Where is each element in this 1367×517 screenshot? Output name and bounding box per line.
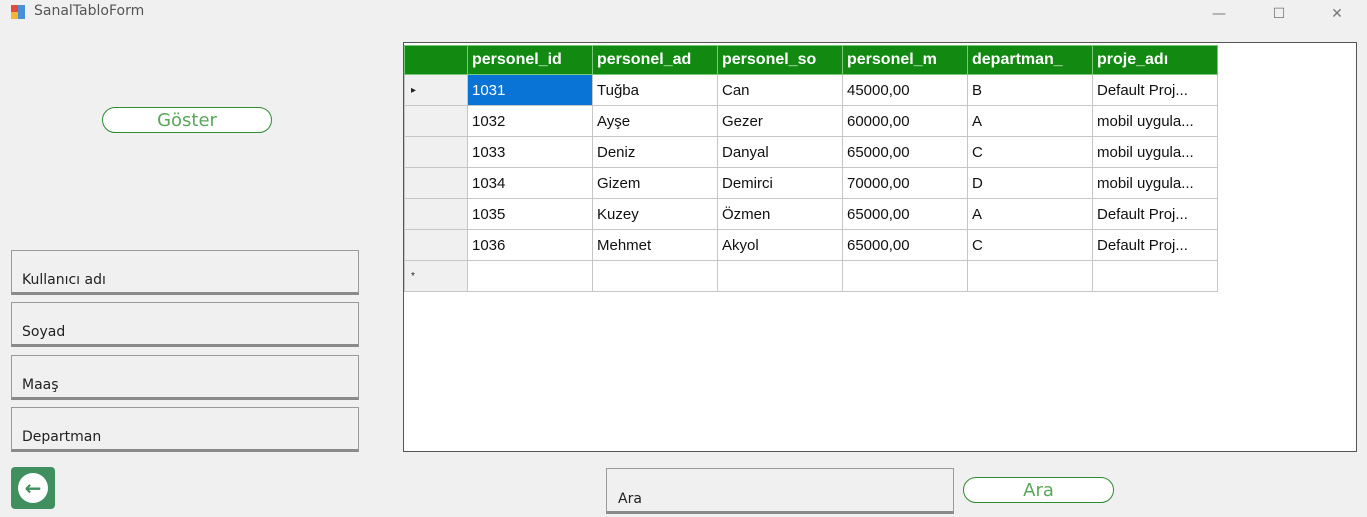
surname-field[interactable]: Soyad	[11, 302, 359, 347]
username-label: Kullanıcı adı	[22, 272, 106, 288]
grid-cell[interactable]: 65000,00	[842, 229, 968, 261]
column-header[interactable]: personel_ad	[592, 45, 718, 75]
username-field[interactable]: Kullanıcı adı	[11, 250, 359, 295]
grid-cell[interactable]: Gizem	[592, 167, 718, 199]
grid-cell[interactable]: Kuzey	[592, 198, 718, 230]
grid-cell[interactable]: Gezer	[717, 105, 843, 137]
table-row[interactable]: 1032 Ayşe Gezer 60000,00 A mobil uygula.…	[404, 105, 1218, 137]
current-row-indicator-icon[interactable]: ▸	[404, 74, 468, 106]
grid-cell[interactable]: Tuğba	[592, 74, 718, 106]
grid-cell[interactable]	[1092, 260, 1218, 292]
maximize-button[interactable]: ☐	[1256, 0, 1302, 28]
grid-cell[interactable]: 65000,00	[842, 136, 968, 168]
goster-button[interactable]: Göster	[102, 107, 272, 133]
row-header[interactable]	[404, 136, 468, 168]
grid-cell[interactable]: mobil uygula...	[1092, 105, 1218, 137]
grid-cell[interactable]	[592, 260, 718, 292]
grid-cell[interactable]: 1036	[467, 229, 593, 261]
grid-cell[interactable]: 60000,00	[842, 105, 968, 137]
grid-cell[interactable]: Ayşe	[592, 105, 718, 137]
row-header[interactable]	[404, 229, 468, 261]
row-header[interactable]	[404, 198, 468, 230]
grid-cell[interactable]	[842, 260, 968, 292]
app-icon	[11, 5, 25, 19]
grid-cell[interactable]: Can	[717, 74, 843, 106]
grid-cell[interactable]: Demirci	[717, 167, 843, 199]
window-title: SanalTabloForm	[34, 3, 145, 19]
close-button[interactable]: ✕	[1314, 0, 1360, 28]
back-button[interactable]: ←	[11, 467, 55, 509]
grid-cell[interactable]: 1031	[467, 74, 593, 106]
grid-cell[interactable]: A	[967, 198, 1093, 230]
search-label: Ara	[618, 491, 642, 507]
column-header[interactable]: personel_m	[842, 45, 968, 75]
column-header[interactable]: departman_	[967, 45, 1093, 75]
arrow-left-icon: ←	[18, 473, 48, 503]
row-header[interactable]	[404, 105, 468, 137]
grid-cell[interactable]: 70000,00	[842, 167, 968, 199]
minimize-button[interactable]: —	[1196, 0, 1242, 28]
grid-cell[interactable]	[967, 260, 1093, 292]
department-label: Departman	[22, 429, 102, 445]
search-button[interactable]: Ara	[963, 477, 1114, 503]
data-grid[interactable]: personel_id personel_ad personel_so pers…	[403, 42, 1357, 452]
grid-cell[interactable]: 1034	[467, 167, 593, 199]
grid-cell[interactable]: Default Proj...	[1092, 198, 1218, 230]
salary-label: Maaş	[22, 377, 59, 393]
grid-cell[interactable]: Mehmet	[592, 229, 718, 261]
title-bar: SanalTabloForm — ☐ ✕	[0, 0, 1367, 30]
grid-cell[interactable]	[717, 260, 843, 292]
column-header[interactable]: personel_id	[467, 45, 593, 75]
column-header[interactable]: personel_so	[717, 45, 843, 75]
grid-cell[interactable]: A	[967, 105, 1093, 137]
data-grid-table: personel_id personel_ad personel_so pers…	[404, 45, 1218, 292]
grid-cell[interactable]: 45000,00	[842, 74, 968, 106]
grid-cell[interactable]: mobil uygula...	[1092, 136, 1218, 168]
grid-cell[interactable]: Özmen	[717, 198, 843, 230]
new-row[interactable]: *	[404, 260, 1218, 292]
grid-cell[interactable]	[467, 260, 593, 292]
grid-cell[interactable]: Default Proj...	[1092, 229, 1218, 261]
grid-cell[interactable]: Deniz	[592, 136, 718, 168]
department-field[interactable]: Departman	[11, 407, 359, 452]
table-row[interactable]: 1033 Deniz Danyal 65000,00 C mobil uygul…	[404, 136, 1218, 168]
grid-cell[interactable]: 1032	[467, 105, 593, 137]
grid-cell[interactable]: Akyol	[717, 229, 843, 261]
grid-cell[interactable]: C	[967, 136, 1093, 168]
column-header[interactable]: proje_adı	[1092, 45, 1218, 75]
surname-label: Soyad	[22, 324, 66, 340]
row-header[interactable]	[404, 167, 468, 199]
grid-cell[interactable]: 65000,00	[842, 198, 968, 230]
table-row[interactable]: 1036 Mehmet Akyol 65000,00 C Default Pro…	[404, 229, 1218, 261]
search-field[interactable]: Ara	[606, 468, 954, 514]
table-row[interactable]: ▸ 1031 Tuğba Can 45000,00 B Default Proj…	[404, 74, 1218, 106]
grid-corner-header	[404, 45, 468, 75]
new-row-icon[interactable]: *	[404, 260, 468, 292]
grid-cell[interactable]: Default Proj...	[1092, 74, 1218, 106]
grid-cell[interactable]: D	[967, 167, 1093, 199]
grid-cell[interactable]: mobil uygula...	[1092, 167, 1218, 199]
salary-field[interactable]: Maaş	[11, 355, 359, 400]
table-row[interactable]: 1035 Kuzey Özmen 65000,00 A Default Proj…	[404, 198, 1218, 230]
table-row[interactable]: 1034 Gizem Demirci 70000,00 D mobil uygu…	[404, 167, 1218, 199]
grid-cell[interactable]: B	[967, 74, 1093, 106]
grid-cell[interactable]: 1035	[467, 198, 593, 230]
grid-cell[interactable]: 1033	[467, 136, 593, 168]
grid-cell[interactable]: Danyal	[717, 136, 843, 168]
grid-cell[interactable]: C	[967, 229, 1093, 261]
grid-header-row: personel_id personel_ad personel_so pers…	[404, 45, 1218, 75]
